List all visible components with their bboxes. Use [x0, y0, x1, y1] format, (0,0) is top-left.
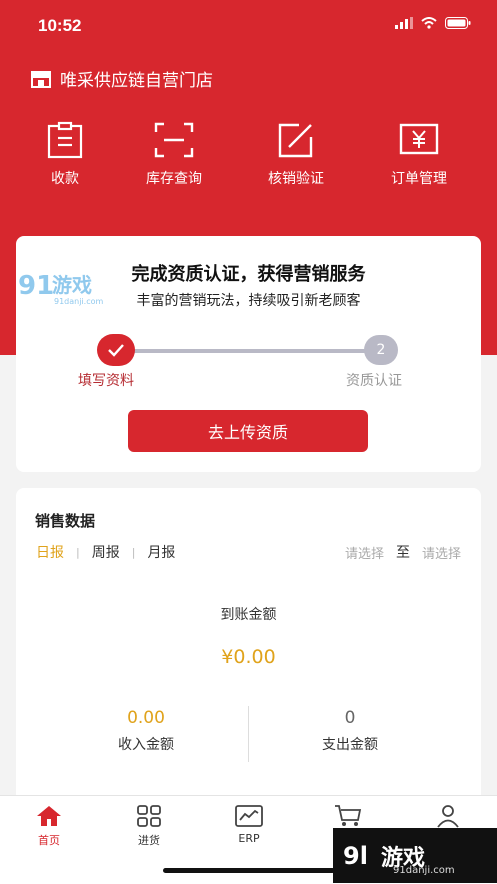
- signal-icon: [395, 17, 413, 29]
- watermark-url: 91danji.com: [393, 865, 455, 876]
- tab-erp[interactable]: ERP: [209, 804, 289, 845]
- home-icon: [37, 806, 61, 826]
- progress-line: [116, 349, 381, 353]
- end-date-picker[interactable]: 请选择: [422, 543, 461, 562]
- step-1-label: 填写资料: [78, 373, 134, 389]
- step-1-done: [97, 334, 135, 366]
- status-time: 10:52: [38, 16, 82, 35]
- quick-action-inventory[interactable]: 库存查询: [119, 118, 229, 188]
- quick-action-orders[interactable]: 订单管理: [364, 118, 474, 188]
- check-icon: [108, 344, 124, 357]
- user-icon: [437, 805, 459, 828]
- quick-action-receive[interactable]: 收款: [10, 118, 120, 188]
- upload-qualification-button[interactable]: 去上传资质: [128, 410, 368, 452]
- tab-separator: |: [131, 545, 136, 559]
- scan-icon: [154, 122, 194, 158]
- expense-stat: 0 支出金额: [250, 708, 450, 754]
- quick-action-label: 收款: [51, 171, 79, 187]
- start-date-picker[interactable]: 请选择: [345, 543, 384, 562]
- store-icon: [31, 70, 51, 88]
- watermark-logo: 9l: [343, 842, 368, 870]
- home-indicator: [163, 868, 335, 873]
- grid-icon: [137, 805, 161, 827]
- tab-separator: |: [76, 545, 80, 559]
- edit-box-icon: [278, 123, 313, 158]
- expense-value: 0: [344, 708, 356, 728]
- svg-text:91danji.com: 91danji.com: [54, 297, 104, 306]
- tab-label: 首页: [38, 834, 60, 847]
- quick-action-verify[interactable]: 核销验证: [241, 118, 351, 188]
- progress-steps: 2 填写资料 资质认证: [16, 334, 481, 394]
- income-label: 收入金额: [118, 737, 174, 753]
- tab-label: ERP: [238, 832, 260, 845]
- svg-text:游戏: 游戏: [52, 273, 92, 297]
- step-2-label: 资质认证: [346, 373, 402, 389]
- store-selector[interactable]: 唯采供应链自营门店: [30, 66, 213, 91]
- quick-action-label: 库存查询: [146, 171, 202, 187]
- income-stat: 0.00 收入金额: [46, 708, 246, 754]
- store-name: 唯采供应链自营门店: [60, 71, 213, 91]
- status-icons: [395, 17, 471, 29]
- quick-action-label: 核销验证: [268, 171, 324, 187]
- chart-monitor-icon: [235, 805, 263, 827]
- battery-icon: [445, 17, 471, 29]
- wifi-icon: [421, 17, 437, 29]
- tab-home[interactable]: 首页: [9, 804, 89, 848]
- range-to-label: 至: [395, 545, 410, 561]
- arrival-amount-value: ¥0.00: [221, 646, 276, 668]
- stat-divider: [248, 706, 249, 762]
- expense-label: 支出金额: [322, 737, 378, 753]
- svg-text:91: 91: [18, 271, 54, 301]
- yen-box-icon: [399, 123, 439, 155]
- tab-daily[interactable]: 日报: [36, 542, 64, 562]
- tab-weekly[interactable]: 周报: [92, 542, 120, 562]
- status-bar: 10:52: [0, 0, 497, 50]
- watermark-logo: 91 游戏 91danji.com: [18, 271, 104, 306]
- tab-label: 进货: [138, 834, 160, 847]
- quick-action-label: 订单管理: [391, 171, 447, 187]
- date-range: 请选择 至 请选择: [345, 542, 461, 562]
- receipt-icon: [47, 121, 83, 159]
- sales-card: 销售数据 日报 | 周报 | 月报 请选择 至 请选择 到账金额 ¥0.00 0…: [16, 488, 481, 818]
- tab-purchase[interactable]: 进货: [109, 804, 189, 848]
- svg-text:9l: 9l: [343, 842, 368, 870]
- step-2: 2: [364, 335, 398, 365]
- quick-actions: 收款 库存查询 核销验证 订单管理: [0, 118, 497, 198]
- arrival-amount-label: 到账金额: [220, 607, 277, 623]
- watermark-bottom: 9l 游戏 91danji.com: [333, 828, 497, 883]
- cart-icon: [335, 805, 362, 826]
- income-value: 0.00: [127, 708, 165, 728]
- sales-title: 销售数据: [35, 512, 96, 530]
- tab-monthly[interactable]: 月报: [147, 542, 175, 562]
- period-tabs: 日报 | 周报 | 月报: [36, 542, 175, 562]
